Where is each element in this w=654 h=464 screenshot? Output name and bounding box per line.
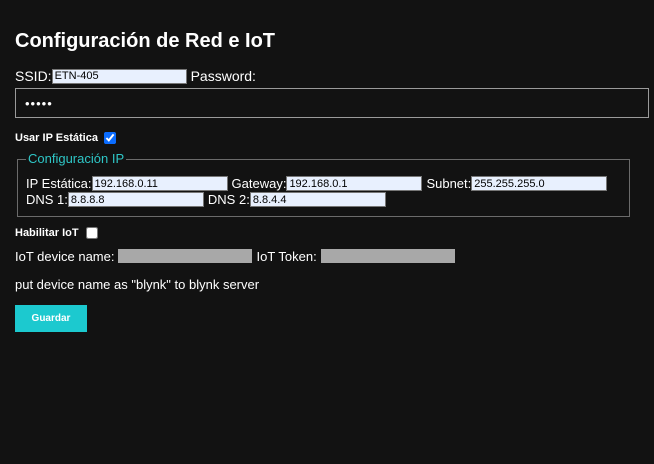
config-page: Configuración de Red e IoT SSID: Passwor…: [0, 0, 654, 464]
dns1-input[interactable]: [67, 192, 204, 207]
device-name-input[interactable]: [118, 249, 253, 263]
static-ip-label: Usar IP Estática: [15, 132, 98, 144]
ip-config-legend: Configuración IP: [28, 151, 125, 166]
ip-label: IP Estática:: [26, 176, 92, 191]
static-ip-checkbox[interactable]: [103, 132, 116, 144]
subnet-input[interactable]: [471, 176, 608, 191]
token-label: IoT Token:: [256, 248, 317, 264]
iot-enable-label: Habilitar IoT: [15, 227, 79, 239]
ssid-input[interactable]: [51, 68, 187, 84]
password-label: Password:: [190, 68, 256, 84]
wifi-row: SSID: Password:: [15, 67, 256, 85]
iot-note-row: put device name as "blynk" to blynk serv…: [15, 276, 259, 292]
ssid-label: SSID:: [15, 68, 52, 84]
iot-note: put device name as "blynk" to blynk serv…: [15, 276, 260, 292]
device-name-label: IoT device name:: [15, 248, 115, 264]
password-input[interactable]: [16, 89, 648, 117]
static-ip-row: Usar IP Estática: [15, 130, 116, 146]
token-input[interactable]: [320, 249, 455, 263]
gateway-label: Gateway:: [231, 176, 287, 191]
dns2-label: DNS 2:: [207, 192, 250, 207]
password-field-wrapper: [15, 88, 649, 118]
ip-input[interactable]: [91, 176, 228, 191]
gateway-input[interactable]: [286, 176, 423, 191]
ip-row-primary: IP Estática: Gateway: Subnet:: [26, 176, 608, 191]
iot-enable-checkbox[interactable]: [85, 227, 98, 239]
subnet-label: Subnet:: [426, 176, 472, 191]
ip-row-dns: DNS 1: DNS 2:: [26, 192, 386, 207]
iot-device-row: IoT device name: IoT Token:: [15, 248, 455, 264]
dns2-input[interactable]: [249, 192, 386, 207]
page-title: Configuración de Red e IoT: [15, 30, 276, 52]
save-button[interactable]: Guardar: [15, 305, 87, 332]
dns1-label: DNS 1:: [26, 192, 68, 207]
iot-enable-row: Habilitar IoT: [15, 225, 98, 241]
